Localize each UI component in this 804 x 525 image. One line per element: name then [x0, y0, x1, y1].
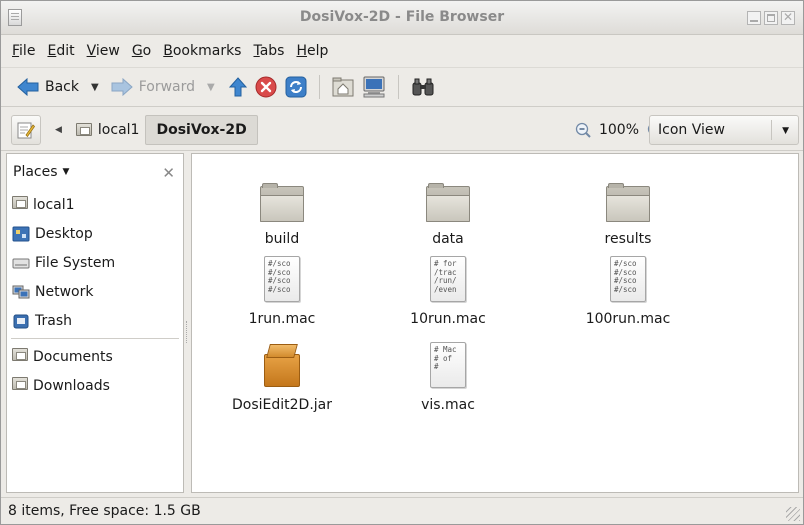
drive-folder-icon: [75, 123, 92, 136]
menu-bookmarks[interactable]: Bookmarks: [157, 43, 247, 59]
sidebar-item-filesystem[interactable]: File System: [7, 248, 183, 277]
menu-edit[interactable]: Edit: [41, 43, 80, 59]
toolbar-separator: [397, 75, 399, 99]
forward-arrow-icon: [111, 78, 133, 96]
folder-icon: [12, 377, 28, 394]
up-arrow-icon: [228, 77, 247, 97]
folder-icon: [12, 348, 28, 365]
select-separator: [771, 120, 772, 140]
sidebar-item-downloads[interactable]: Downloads: [7, 371, 183, 400]
back-button[interactable]: Back: [13, 72, 83, 102]
binoculars-icon: [412, 78, 434, 96]
file-browser-window: DosiVox-2D - File Browser ✕ File Edit Vi…: [0, 0, 804, 525]
computer-icon: [363, 76, 385, 98]
menu-file[interactable]: File: [6, 43, 41, 59]
zoom-level[interactable]: 100%: [599, 122, 639, 138]
text-file-icon: # Mac # of #: [430, 342, 466, 388]
edit-note-icon: [17, 122, 35, 138]
drive-icon: [12, 196, 28, 213]
home-button[interactable]: [328, 72, 358, 102]
sidebar-item-trash[interactable]: Trash: [7, 306, 183, 335]
menu-view[interactable]: View: [81, 43, 126, 59]
file-item-1run-mac[interactable]: #/sco #/sco #/sco #/sco 1run.mac: [212, 248, 352, 327]
reload-icon: [285, 76, 307, 98]
file-item-build[interactable]: build: [212, 168, 352, 247]
back-label: Back: [45, 79, 79, 95]
sidebar-separator: [11, 338, 179, 339]
close-sidebar-icon[interactable]: ✕: [162, 164, 175, 182]
text-file-icon: # for /trac /run/ /even: [430, 256, 466, 302]
status-text: 8 items, Free space: 1.5 GB: [8, 503, 201, 519]
pane-resize-handle[interactable]: [186, 321, 189, 343]
chevron-down-icon: ▼: [782, 126, 789, 136]
file-item-data[interactable]: data: [378, 168, 518, 247]
jar-package-icon: [262, 342, 302, 388]
file-item-10run-mac[interactable]: # for /trac /run/ /even 10run.mac: [378, 248, 518, 327]
file-item-vis-mac[interactable]: # Mac # of # vis.mac: [378, 334, 518, 413]
computer-button[interactable]: [358, 72, 390, 102]
search-button[interactable]: [407, 72, 439, 102]
text-file-icon: #/sco #/sco #/sco #/sco: [264, 256, 300, 302]
folder-icon: [260, 183, 304, 222]
location-bar: ◀ local1 DosiVox-2D 100% Icon View ▼: [1, 109, 803, 151]
path-scroll-left-arrow[interactable]: ◀: [55, 125, 62, 135]
view-mode-select[interactable]: Icon View ▼: [649, 115, 799, 145]
zoom-out-icon[interactable]: [575, 122, 591, 138]
toolbar: Back ▼ Forward ▼: [1, 67, 803, 107]
close-button[interactable]: ✕: [781, 11, 795, 25]
folder-icon: [606, 183, 650, 222]
sidebar-item-local1[interactable]: local1: [7, 190, 183, 219]
file-item-dosiedit2d-jar[interactable]: DosiEdit2D.jar: [212, 334, 352, 413]
network-icon: [12, 285, 30, 298]
text-file-icon: #/sco #/sco #/sco #/sco: [610, 256, 646, 302]
file-icon-view[interactable]: build data results #/sco #/sco #/sco #/s…: [191, 153, 799, 493]
up-button[interactable]: [225, 72, 251, 102]
forward-label: Forward: [138, 79, 196, 95]
sidebar-item-desktop[interactable]: Desktop: [7, 219, 183, 248]
places-header[interactable]: Places ▼ ✕: [7, 154, 183, 190]
back-arrow-icon: [17, 78, 39, 96]
menu-bar: File Edit View Go Bookmarks Tabs Help: [1, 36, 803, 66]
maximize-button[interactable]: [764, 11, 778, 25]
title-bar[interactable]: DosiVox-2D - File Browser ✕: [1, 1, 803, 35]
breadcrumb-current[interactable]: DosiVox-2D: [145, 114, 258, 145]
chevron-down-icon: ▼: [62, 167, 70, 177]
reload-button[interactable]: [281, 72, 311, 102]
forward-history-dropdown[interactable]: ▼: [207, 82, 215, 93]
trash-icon: [13, 314, 29, 328]
home-folder-icon: [332, 77, 354, 97]
places-sidebar: Places ▼ ✕ local1 Desktop File System Ne…: [6, 153, 184, 493]
toolbar-separator: [318, 75, 320, 99]
forward-button[interactable]: Forward: [107, 72, 199, 102]
sidebar-item-documents[interactable]: Documents: [7, 342, 183, 371]
file-item-results[interactable]: results: [558, 168, 698, 247]
menu-go[interactable]: Go: [126, 43, 157, 59]
window-title: DosiVox-2D - File Browser: [299, 9, 505, 25]
stop-icon: [255, 76, 277, 98]
filesystem-icon: [12, 258, 30, 268]
toggle-location-entry-button[interactable]: [11, 114, 41, 145]
menu-help[interactable]: Help: [290, 43, 334, 59]
sidebar-item-network[interactable]: Network: [7, 277, 183, 306]
folder-icon: [426, 183, 470, 222]
breadcrumb-local1[interactable]: local1: [70, 115, 146, 145]
stop-button[interactable]: [251, 72, 281, 102]
desktop-icon: [12, 226, 30, 241]
menu-tabs[interactable]: Tabs: [247, 43, 290, 59]
minimize-button[interactable]: [747, 11, 761, 25]
back-history-dropdown[interactable]: ▼: [91, 82, 99, 93]
status-bar: 8 items, Free space: 1.5 GB: [1, 497, 803, 524]
file-item-100run-mac[interactable]: #/sco #/sco #/sco #/sco 100run.mac: [558, 248, 698, 327]
resize-grip[interactable]: [786, 507, 800, 521]
